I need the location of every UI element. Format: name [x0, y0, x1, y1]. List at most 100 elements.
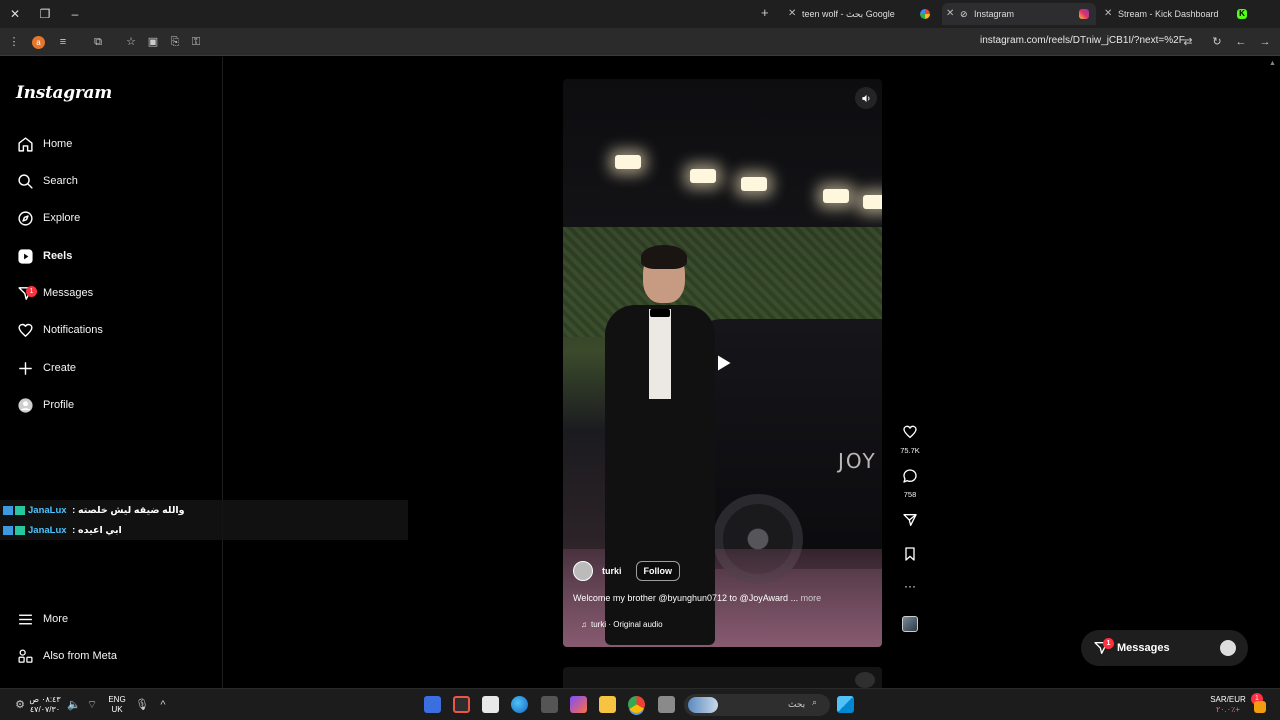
taskbar-app-3d-icon[interactable] — [541, 696, 558, 713]
play-button[interactable] — [713, 353, 733, 373]
new-tab-button[interactable]: + — [761, 5, 769, 20]
share-action[interactable] — [898, 512, 922, 533]
kick-badge-icon — [3, 505, 13, 515]
author-avatar[interactable] — [573, 561, 593, 581]
tab-kick-dashboard[interactable]: ✕ Stream - Kick Dashboard K — [1100, 3, 1252, 25]
menu-icon[interactable]: ⋮ — [6, 34, 22, 50]
reel-audio[interactable]: ♫ turki · Original audio — [581, 620, 663, 629]
sidebar-item-label: Notifications — [43, 324, 103, 336]
speaker-icon — [861, 94, 869, 102]
share-icon — [903, 514, 917, 526]
wifi-icon[interactable]: ⌔ — [84, 697, 100, 713]
language-indicator[interactable]: ENG UK — [104, 695, 130, 715]
comment-action[interactable]: 758 — [898, 468, 922, 499]
taskbar-app-copilot-icon[interactable] — [570, 696, 587, 713]
tab-instagram[interactable]: ✕ ⊘ Instagram — [942, 3, 1096, 25]
sidebar-item-reels[interactable]: Reels — [16, 244, 72, 268]
settings-gear-icon[interactable]: ⚙ — [12, 697, 28, 713]
forward-arrow-icon[interactable]: → — [1257, 34, 1273, 50]
taskbar-app-obs-icon[interactable] — [453, 696, 470, 713]
clock[interactable]: ٠٨:٤٣ ص ٤٧/٠٧/٣٠ — [28, 695, 62, 715]
close-window-icon[interactable]: ✕ — [6, 5, 24, 23]
chat-message: JanaLux : ابي اعيده — [3, 522, 122, 538]
currency-ticker-widget[interactable]: SAR/EUR ٢٠.٠٪+ — [1208, 695, 1248, 715]
restore-window-icon[interactable]: ❐ — [36, 5, 54, 23]
volume-icon[interactable]: 🔈 — [66, 697, 82, 713]
search-icon: ⌕ — [812, 697, 818, 707]
reading-list-icon[interactable]: ≡ — [55, 34, 71, 50]
windows-start-icon[interactable] — [837, 696, 854, 713]
plus-icon — [16, 359, 34, 377]
taskbar-app-streaming-icon[interactable] — [424, 696, 441, 713]
compass-icon — [16, 209, 34, 227]
chevron-up-icon[interactable]: ^ — [155, 697, 171, 713]
instagram-logo[interactable]: Instagram — [16, 83, 112, 103]
taskbar-app-store-icon[interactable] — [482, 696, 499, 713]
widget-weather-icon[interactable] — [1254, 701, 1266, 713]
messenger-icon: 1 — [16, 284, 37, 302]
sidebar-item-more[interactable]: More — [16, 607, 68, 631]
kick-favicon-icon: K — [1237, 9, 1247, 19]
address-bar[interactable]: instagram.com/reels/DTniw_jCB1I/?next=%2… — [980, 35, 1185, 46]
sidebar-item-notifications[interactable]: Notifications — [16, 318, 103, 342]
taskbar-search-input[interactable]: بحث ⌕ — [684, 694, 830, 716]
bookmark-star-icon[interactable]: ☆ — [123, 34, 139, 50]
minimize-window-icon[interactable]: – — [66, 5, 84, 23]
sub-badge-icon — [15, 525, 25, 535]
taskbar-app-chrome-icon[interactable] — [628, 696, 645, 713]
sidebar-item-search[interactable]: Search — [16, 169, 78, 193]
collections-icon[interactable]: ▣ — [145, 34, 161, 50]
sidebar-item-profile[interactable]: Profile — [16, 393, 74, 417]
scroll-up-arrow-icon[interactable]: ▲ — [1269, 60, 1277, 68]
microphone-icon[interactable]: 🎙 — [134, 697, 150, 713]
close-tab-icon[interactable]: ✕ — [946, 3, 954, 25]
close-tab-icon[interactable]: ✕ — [1104, 3, 1112, 25]
tab-title: Instagram — [974, 9, 1015, 19]
caption-more-link[interactable]: more — [801, 593, 822, 603]
unread-badge: 1 — [26, 286, 37, 297]
sidebar-item-create[interactable]: Create — [16, 356, 76, 380]
reel-video[interactable]: JOY turki Follow Welcome my brother @byu… — [563, 79, 882, 647]
audio-label: turki · Original audio — [591, 620, 663, 629]
sidebar-item-label: Create — [43, 362, 77, 374]
like-action[interactable]: 75.7K — [898, 424, 922, 455]
browser-tab-strip: ✕ ❐ – + ✕ teen wolf - بحث Google ✕ ⊘ Ins… — [0, 0, 1280, 28]
sidebar-item-also-from-meta[interactable]: Also from Meta — [16, 644, 117, 668]
more-options-icon[interactable]: ··· — [898, 580, 922, 592]
sidebar-item-messages[interactable]: 1 Messages — [16, 281, 93, 305]
taskbar-app-notes-icon[interactable] — [658, 696, 675, 713]
meta-apps-icon — [16, 647, 34, 665]
instagram-favicon-icon — [1079, 9, 1089, 19]
taskbar-app-file-explorer-icon[interactable] — [599, 696, 616, 713]
save-action[interactable] — [898, 546, 922, 567]
screenshot-icon[interactable]: ⎘ — [167, 34, 183, 50]
next-reel-preview[interactable] — [563, 667, 882, 688]
sidebar-item-home[interactable]: Home — [16, 132, 72, 156]
password-key-icon[interactable]: ⚿ — [188, 34, 204, 50]
next-mute-icon[interactable] — [855, 672, 875, 688]
caption-text: Welcome my brother @byunghun0712 to @Joy… — [573, 593, 789, 603]
comment-count: 758 — [903, 490, 917, 499]
author-username[interactable]: turki — [602, 566, 622, 576]
chat-username: JanaLux — [28, 504, 67, 516]
close-tab-icon[interactable]: ✕ — [788, 3, 796, 25]
link-icon: ⊘ — [960, 9, 968, 19]
reel-author: turki Follow — [573, 561, 681, 581]
back-arrow-icon[interactable]: ← — [1233, 34, 1249, 50]
unread-badge: 1 — [1103, 638, 1114, 649]
language-line-2: UK — [111, 705, 123, 714]
chat-message: JanaLux : والله ضيقه ليش خلصته — [3, 502, 185, 518]
chat-text: ابي اعيده — [78, 524, 122, 536]
chat-separator: : — [69, 524, 78, 536]
profile-avatar-icon[interactable]: a — [32, 36, 45, 49]
audio-thumbnail[interactable] — [902, 616, 918, 632]
follow-button[interactable]: Follow — [635, 561, 681, 581]
extensions-icon[interactable]: ⧉ — [90, 34, 106, 50]
mute-button[interactable] — [855, 87, 877, 109]
messages-pill-button[interactable]: 1 Messages — [1081, 630, 1248, 666]
tab-google-search[interactable]: ✕ teen wolf - بحث Google — [784, 3, 934, 25]
taskbar-app-edge-icon[interactable] — [511, 696, 528, 713]
reload-icon[interactable]: ↻ — [1209, 34, 1225, 50]
sidebar-item-explore[interactable]: Explore — [16, 206, 80, 230]
site-settings-icon[interactable]: ⇄ — [1180, 34, 1196, 50]
